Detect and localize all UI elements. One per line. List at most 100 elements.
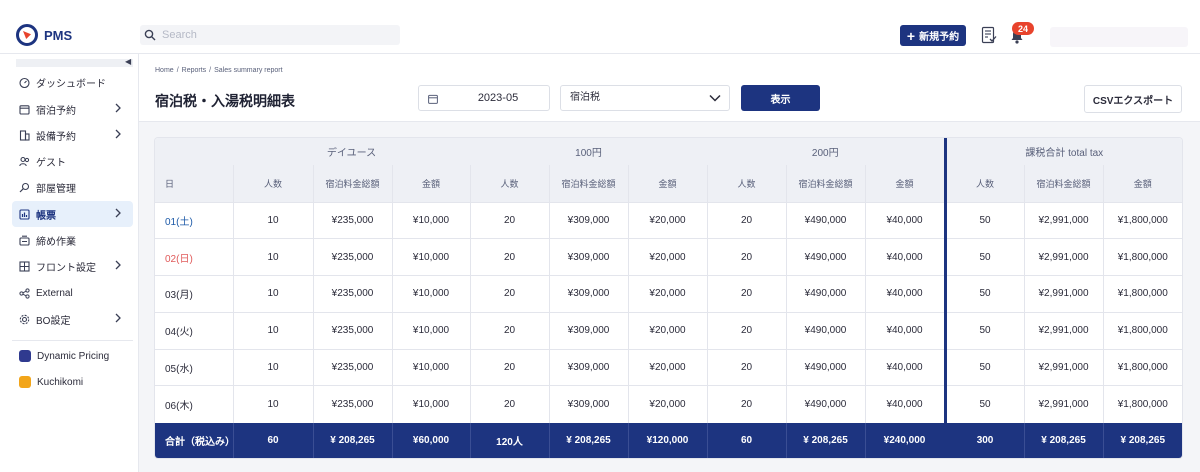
table-cell: ¥1,800,000 bbox=[1102, 238, 1182, 276]
grid-icon bbox=[19, 260, 30, 272]
table-cell: ¥10,000 bbox=[391, 275, 470, 313]
total-cell: 120人 bbox=[469, 422, 549, 458]
table-cell: ¥2,991,000 bbox=[1023, 275, 1104, 313]
top-bar: PMS + 新規予約 24 bbox=[0, 0, 1200, 54]
table-cell: ¥2,991,000 bbox=[1023, 311, 1104, 350]
table-cell: 10 bbox=[232, 238, 313, 276]
table-row: 04(火) 10 ¥235,000 ¥10,000 20 ¥309,000 ¥20,000 2… bbox=[155, 311, 1182, 350]
table-cell-day[interactable]: 06(木) bbox=[155, 385, 233, 423]
column-header: 人数 bbox=[943, 165, 1025, 202]
table-cell: 20 bbox=[469, 385, 549, 423]
total-label: 合計（税込み） bbox=[155, 422, 235, 458]
column-header: 人数 bbox=[469, 165, 549, 202]
sidebar-item-label: フロント設定 bbox=[36, 262, 96, 274]
table-total-row: 合計（税込み） 60 ¥ 208,265 ¥60,000 120人 ¥ 208,265 ¥… bbox=[155, 422, 1182, 458]
group-header-dayuse: デイユース bbox=[233, 138, 470, 165]
table-cell-day[interactable]: 03(月) bbox=[155, 275, 233, 313]
sidebar-item[interactable]: 帳票 bbox=[12, 201, 133, 227]
sidebar-item[interactable]: ゲスト bbox=[12, 148, 133, 174]
sidebar-collapse-bar[interactable] bbox=[16, 59, 133, 67]
table-cell: 20 bbox=[706, 275, 787, 313]
building-icon bbox=[19, 129, 30, 141]
sidebar-app-label: Kuchikomi bbox=[37, 376, 84, 388]
table-cell-day[interactable]: 01(土) bbox=[155, 201, 233, 239]
csv-export-button[interactable]: CSVエクスポート bbox=[1084, 85, 1182, 113]
group-header-total-tax: 課税合計 total tax bbox=[943, 138, 1182, 165]
sidebar-item-label: 帳票 bbox=[36, 210, 56, 222]
table-cell: ¥309,000 bbox=[548, 311, 628, 350]
table-cell: ¥235,000 bbox=[312, 311, 392, 350]
table-cell: ¥20,000 bbox=[627, 311, 708, 350]
app-logo[interactable]: PMS bbox=[16, 24, 72, 46]
document-check-icon[interactable] bbox=[981, 26, 997, 44]
share-icon bbox=[19, 287, 30, 299]
show-button[interactable]: 表示 bbox=[741, 85, 820, 111]
user-menu[interactable] bbox=[1050, 27, 1188, 47]
table-cell: ¥10,000 bbox=[391, 385, 470, 423]
table-cell: 20 bbox=[469, 238, 549, 276]
table-cell: ¥309,000 bbox=[548, 201, 628, 239]
chevron-right-icon bbox=[115, 103, 121, 113]
table-cell: ¥20,000 bbox=[627, 348, 708, 386]
table-cell: ¥40,000 bbox=[864, 348, 946, 386]
chevron-right-icon bbox=[115, 260, 121, 270]
sidebar-item[interactable]: 宿泊予約 bbox=[12, 96, 133, 122]
total-cell: ¥60,000 bbox=[391, 422, 470, 458]
app-name: PMS bbox=[44, 27, 73, 43]
guests-icon bbox=[19, 156, 30, 166]
breadcrumb-reports[interactable]: Reports bbox=[182, 67, 207, 74]
column-header: 宿泊料金総額 bbox=[785, 165, 866, 202]
total-cell: ¥120,000 bbox=[627, 422, 708, 458]
month-picker[interactable]: 2023-05 bbox=[418, 85, 550, 111]
table-cell-day[interactable]: 02(日) bbox=[155, 238, 233, 276]
breadcrumb-home[interactable]: Home bbox=[155, 67, 174, 74]
tax-type-select[interactable]: 宿泊税 bbox=[560, 85, 730, 111]
table-cell: ¥1,800,000 bbox=[1102, 201, 1182, 239]
report-icon bbox=[19, 208, 30, 220]
sidebar-item[interactable]: 設備予約 bbox=[12, 122, 133, 148]
group-header-blank bbox=[155, 138, 233, 165]
sidebar-app-item[interactable]: Kuchikomi bbox=[12, 369, 133, 395]
table-cell: 50 bbox=[943, 311, 1025, 350]
table-cell: ¥490,000 bbox=[785, 385, 866, 423]
table-cell: 10 bbox=[232, 348, 313, 386]
search-input[interactable] bbox=[162, 29, 382, 41]
table-row: 05(水) 10 ¥235,000 ¥10,000 20 ¥309,000 ¥20,000 2… bbox=[155, 348, 1182, 386]
table-cell: 20 bbox=[706, 311, 787, 350]
table-cell-day[interactable]: 05(水) bbox=[155, 348, 233, 386]
sidebar-item[interactable]: External bbox=[12, 280, 133, 306]
table-cell: ¥309,000 bbox=[548, 275, 628, 313]
table-cell: 20 bbox=[706, 238, 787, 276]
sidebar-item[interactable]: ダッシュボード bbox=[12, 69, 133, 95]
table-cell: ¥1,800,000 bbox=[1102, 275, 1182, 313]
column-header: 金額 bbox=[1102, 165, 1182, 202]
table-cell: ¥490,000 bbox=[785, 348, 866, 386]
sidebar-item[interactable]: 部屋管理 bbox=[12, 174, 133, 200]
table-cell: 20 bbox=[469, 311, 549, 350]
table-cell: ¥2,991,000 bbox=[1023, 385, 1104, 423]
sidebar-item-label: 設備予約 bbox=[36, 131, 76, 143]
search-box[interactable] bbox=[140, 25, 400, 45]
sidebar-app-item[interactable]: Dynamic Pricing bbox=[12, 343, 133, 369]
table-cell: ¥235,000 bbox=[312, 238, 392, 276]
plus-icon: + bbox=[906, 27, 916, 44]
table-cell: ¥2,991,000 bbox=[1023, 238, 1104, 276]
table-cell: ¥309,000 bbox=[548, 348, 628, 386]
register-icon bbox=[19, 235, 30, 246]
new-reservation-button[interactable]: + 新規予約 bbox=[900, 25, 966, 46]
chevron-right-icon bbox=[115, 313, 121, 323]
table-cell: ¥1,800,000 bbox=[1102, 311, 1182, 350]
sidebar-item[interactable]: フロント設定 bbox=[12, 253, 133, 279]
sidebar-item[interactable]: 締め作業 bbox=[12, 227, 133, 253]
breadcrumb: Home / Reports / Sales summary report bbox=[155, 67, 283, 74]
table-cell-day[interactable]: 04(火) bbox=[155, 311, 233, 350]
calendar-icon bbox=[428, 94, 438, 104]
table-cell: 20 bbox=[706, 385, 787, 423]
collapse-arrow-icon[interactable]: ◀ bbox=[125, 57, 131, 66]
chevron-down-icon bbox=[709, 94, 721, 102]
table-cell: ¥40,000 bbox=[864, 385, 946, 423]
logo-icon bbox=[16, 24, 38, 46]
table-cell: ¥235,000 bbox=[312, 348, 392, 386]
sidebar-item[interactable]: BO設定 bbox=[12, 306, 133, 332]
column-header: 人数 bbox=[232, 165, 313, 202]
